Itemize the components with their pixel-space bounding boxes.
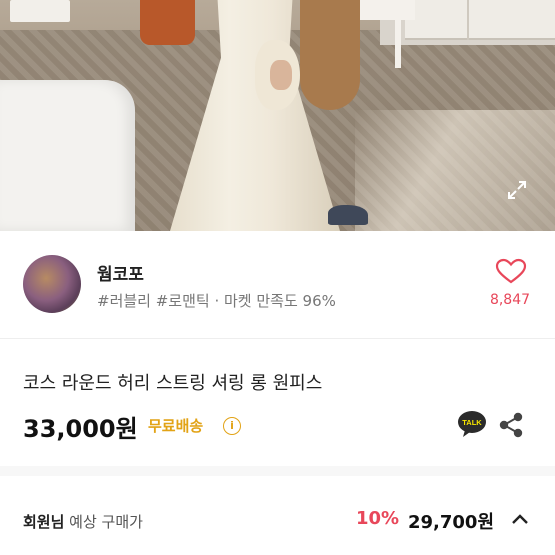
talk-label: TALK xyxy=(462,418,482,427)
seller-avatar[interactable] xyxy=(23,255,81,313)
share-icon[interactable] xyxy=(499,412,523,438)
like-count: 8,847 xyxy=(489,292,531,308)
section-gap xyxy=(0,466,555,476)
seller-name[interactable]: 웜코포 xyxy=(97,260,144,285)
member-price-label: 회원님 예상 구매가 xyxy=(23,511,143,532)
photo-hand xyxy=(270,60,292,90)
kakaotalk-icon[interactable]: TALK xyxy=(457,410,487,438)
photo-chair-left xyxy=(10,0,70,22)
product-price: 33,000원 xyxy=(23,415,138,443)
member-label-rest: 예상 구매가 xyxy=(64,513,143,531)
free-shipping-badge: 무료배송 xyxy=(148,417,204,435)
photo-bed xyxy=(0,80,135,231)
heart-icon[interactable] xyxy=(494,258,528,284)
seller-section xyxy=(0,231,555,338)
product-title: 코스 라운드 허리 스트링 셔링 롱 원피스 xyxy=(23,373,323,394)
chevron-up-icon[interactable] xyxy=(510,512,530,526)
photo-table xyxy=(300,0,360,110)
seller-tags: #러블리 #로맨틱 · 마켓 만족도 96% xyxy=(97,292,336,310)
photo-shoe xyxy=(328,205,368,225)
product-photo[interactable] xyxy=(0,0,555,231)
photo-bag xyxy=(140,0,195,45)
photo-sunlight xyxy=(355,110,555,231)
photo-cabinet xyxy=(405,0,555,40)
photo-chair-leg xyxy=(395,18,401,68)
member-price: 29,700원 xyxy=(408,512,495,533)
expand-icon[interactable] xyxy=(505,178,529,202)
section-divider xyxy=(0,338,555,339)
info-icon[interactable]: i xyxy=(223,417,241,435)
member-discount: 10% xyxy=(356,508,400,529)
member-label-bold: 회원님 xyxy=(23,513,65,531)
